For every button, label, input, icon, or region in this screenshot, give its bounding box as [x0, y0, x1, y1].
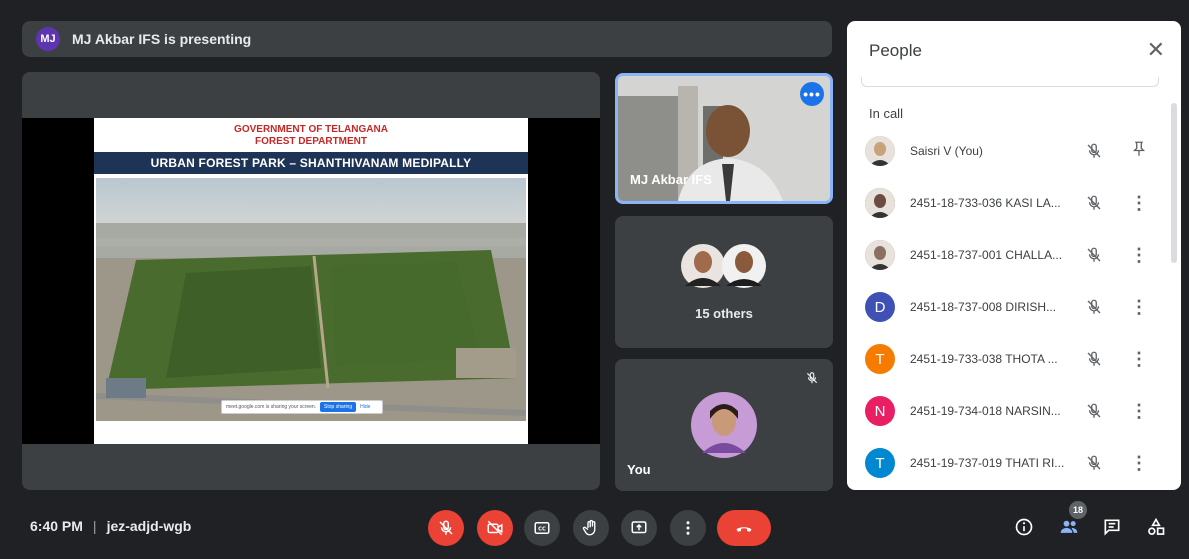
more-vert-icon[interactable]: ⋮: [1129, 192, 1149, 214]
meeting-details-button[interactable]: [1011, 514, 1037, 540]
participant-avatar: T: [865, 448, 895, 478]
more-vert-icon[interactable]: ⋮: [1129, 296, 1149, 318]
participant-row[interactable]: T 2451-19-737-019 THATI RI... ⋮: [865, 445, 1165, 481]
presenter-avatar: MJ: [36, 27, 60, 51]
speaker-tile[interactable]: ••• MJ Akbar IFS: [615, 73, 833, 204]
participant-name: 2451-19-733-038 THOTA ...: [910, 352, 1058, 366]
people-icon: [1060, 520, 1078, 533]
people-scrollbar[interactable]: [1171, 103, 1177, 263]
mic-off-icon: [1085, 454, 1103, 472]
participant-name: Saisri V (You): [910, 144, 983, 158]
more-vert-icon[interactable]: ⋮: [1129, 348, 1149, 370]
participant-name: 2451-18-737-008 DIRISH...: [910, 300, 1057, 314]
participant-row[interactable]: 2451-18-737-001 CHALLA... ⋮: [865, 237, 1165, 273]
presenting-label: MJ Akbar IFS is presenting: [72, 31, 252, 47]
more-vert-icon[interactable]: ⋮: [1129, 400, 1149, 422]
more-vert-icon[interactable]: ⋮: [1129, 452, 1149, 474]
captions-button[interactable]: CC: [524, 510, 560, 546]
meeting-info: 6:40 PM | jez-adjd-wgb: [30, 518, 191, 534]
activities-button[interactable]: [1143, 514, 1169, 540]
leave-call-button[interactable]: [717, 510, 771, 546]
raise-hand-button[interactable]: [573, 510, 609, 546]
slide-gov-line: GOVERNMENT OF TELANGANA: [234, 124, 388, 135]
mic-off-icon: [1085, 350, 1103, 368]
participant-avatar: [865, 136, 895, 166]
screen-share-notice: meet.google.com is sharing your screen. …: [221, 400, 383, 414]
clock-time: 6:40 PM: [30, 518, 83, 534]
end-call-icon: [736, 527, 752, 532]
people-panel: People ✕ In call Saisri V (You) 2451-18-7…: [847, 21, 1181, 490]
camera-off-icon: [487, 520, 503, 536]
info-separator: |: [92, 518, 97, 534]
more-vert-icon[interactable]: ⋮: [1129, 244, 1149, 266]
participant-avatar: N: [865, 396, 895, 426]
slide-header: GOVERNMENT OF TELANGANA FOREST DEPARTMEN…: [94, 124, 528, 148]
participant-avatar: [865, 188, 895, 218]
mic-off-icon: [1085, 142, 1103, 160]
participant-avatar: [865, 240, 895, 270]
slide-banner: URBAN FOREST PARK – SHANTHIVANAM MEDIPAL…: [94, 152, 528, 174]
present-icon: [631, 521, 647, 534]
participant-name: 2451-18-737-001 CHALLA...: [910, 248, 1063, 262]
people-count-badge: 18: [1069, 501, 1087, 519]
speaker-name: MJ Akbar IFS: [630, 172, 712, 187]
more-vert-icon: [686, 521, 690, 535]
participant-name: 2451-19-734-018 NARSIN...: [910, 404, 1061, 418]
share-notice-text: meet.google.com is sharing your screen.: [226, 404, 317, 410]
participant-name: 2451-19-737-019 THATI RI...: [910, 456, 1065, 470]
activities-icon: [1148, 517, 1165, 535]
participant-row[interactable]: D 2451-18-737-008 DIRISH... ⋮: [865, 289, 1165, 325]
hand-icon: [582, 519, 596, 536]
more-options-button[interactable]: [670, 510, 706, 546]
search-people-input[interactable]: [861, 77, 1159, 87]
participant-avatar: T: [865, 344, 895, 374]
captions-icon: CC: [534, 522, 550, 534]
info-icon: [1015, 518, 1033, 536]
slide-dept-line: FOREST DEPARTMENT: [254, 136, 368, 147]
mic-off-icon: [1085, 194, 1103, 212]
aerial-forest-photo: [96, 178, 526, 421]
people-panel-title: People: [869, 41, 922, 60]
participant-name: 2451-18-733-036 KASI LA...: [910, 196, 1061, 210]
mic-off-icon: [1085, 246, 1103, 264]
self-tile[interactable]: You: [615, 359, 833, 491]
self-avatar: [691, 392, 757, 458]
pin-icon[interactable]: [1129, 140, 1149, 162]
participant-row[interactable]: N 2451-19-734-018 NARSIN... ⋮: [865, 393, 1165, 429]
in-call-heading: In call: [869, 106, 903, 121]
others-avatars: [681, 244, 766, 288]
mic-off-icon: [1085, 298, 1103, 316]
presentation-stage[interactable]: GOVERNMENT OF TELANGANA FOREST DEPARTMEN…: [22, 72, 600, 490]
microphone-toggle-button[interactable]: [428, 510, 464, 546]
svg-text:CC: CC: [538, 527, 546, 533]
self-name: You: [627, 462, 651, 477]
chat-icon: [1104, 519, 1120, 536]
stop-sharing-button[interactable]: Stop sharing: [320, 402, 357, 412]
mic-off-icon: [439, 520, 453, 535]
meeting-code: jez-adjd-wgb: [106, 518, 192, 534]
more-options-button[interactable]: •••: [800, 82, 824, 106]
mic-off-icon: [806, 372, 818, 384]
chat-button[interactable]: [1099, 514, 1125, 540]
shared-slide: GOVERNMENT OF TELANGANA FOREST DEPARTMEN…: [94, 118, 528, 444]
mic-off-icon: [1085, 402, 1103, 420]
others-count-label: 15 others: [695, 306, 753, 321]
participant-row[interactable]: Saisri V (You): [865, 133, 1165, 169]
close-icon[interactable]: ✕: [1147, 39, 1165, 61]
others-tile[interactable]: 15 others: [615, 216, 833, 348]
participant-avatar: D: [865, 292, 895, 322]
camera-toggle-button[interactable]: [477, 510, 513, 546]
presenting-bar: MJ MJ Akbar IFS is presenting: [22, 21, 832, 57]
participant-row[interactable]: 2451-18-733-036 KASI LA... ⋮: [865, 185, 1165, 221]
present-screen-button[interactable]: [621, 510, 657, 546]
participant-row[interactable]: T 2451-19-733-038 THOTA ... ⋮: [865, 341, 1165, 377]
hide-button[interactable]: Hide: [360, 404, 370, 410]
